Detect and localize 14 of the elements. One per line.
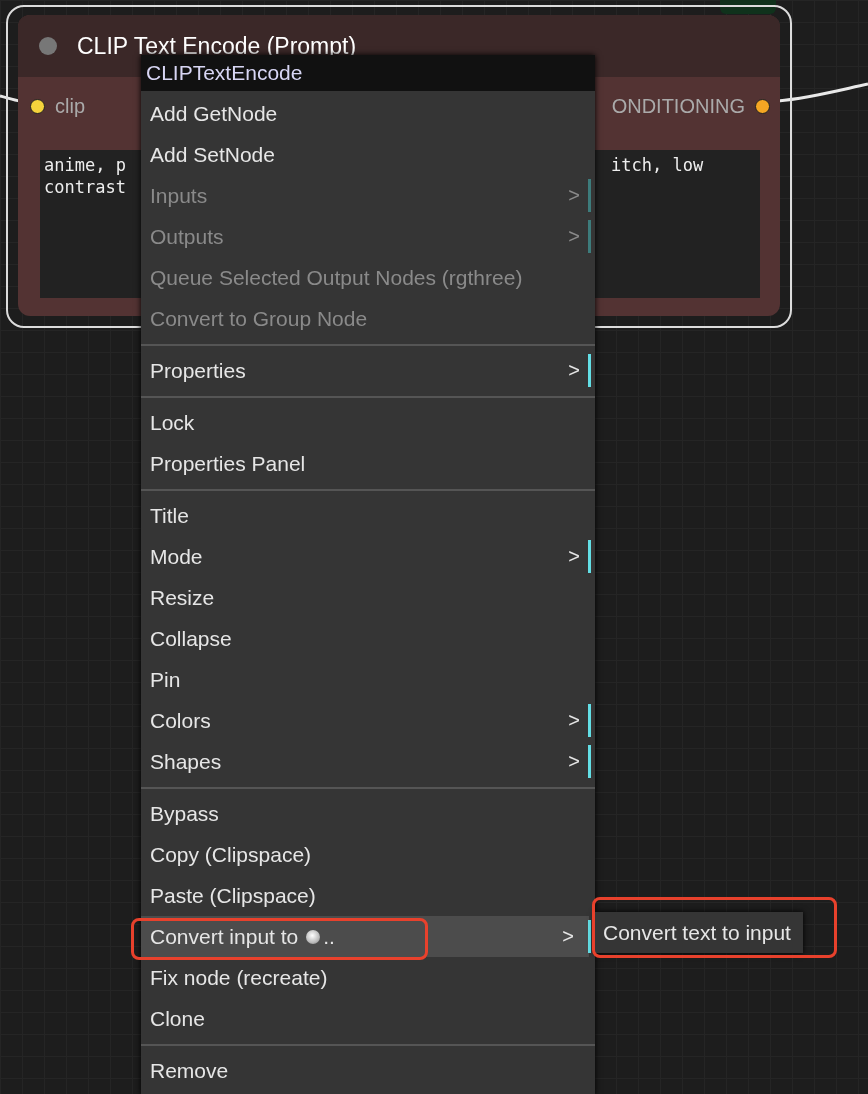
input-label: clip	[55, 94, 85, 118]
submenu-arrow: >	[568, 184, 580, 207]
submenu-arrow: >	[568, 545, 580, 568]
submenu-arrow: >	[568, 709, 580, 732]
prompt-text: contrast	[44, 176, 126, 198]
output-label: ONDITIONING	[611, 94, 745, 118]
submenu-arrow: >	[562, 925, 574, 948]
submenu-arrow: >	[568, 359, 580, 382]
node-title: CLIP Text Encode (Prompt)	[77, 32, 357, 60]
menu-title: CLIPTextEncode	[146, 61, 303, 85]
submenu-arrow: >	[568, 225, 580, 248]
submenu-arrow: >	[568, 750, 580, 773]
prompt-text: anime, p	[44, 154, 126, 176]
prompt-text: itch, low	[611, 154, 704, 176]
